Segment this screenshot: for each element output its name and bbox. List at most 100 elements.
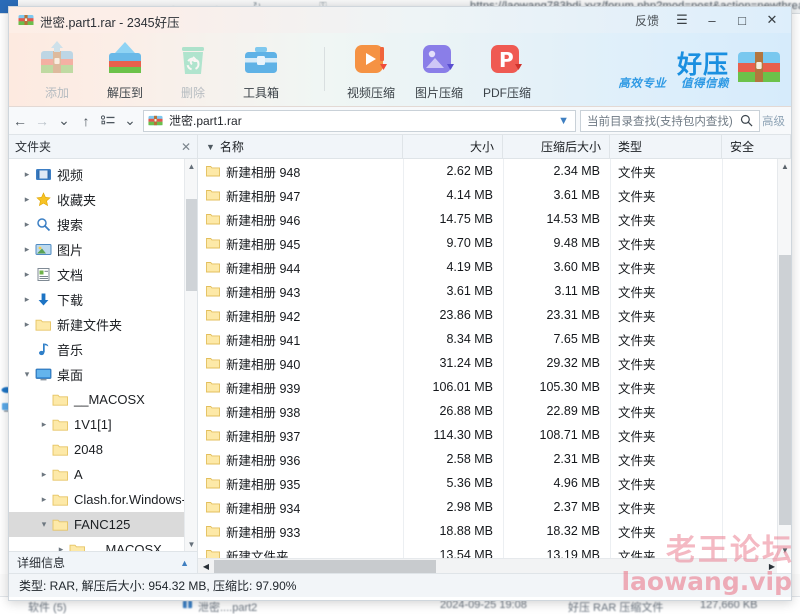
sidebar-item-[interactable]: ▸ 搜索 — [9, 212, 197, 237]
column-header-size[interactable]: 大小 — [403, 135, 503, 158]
table-row[interactable]: 新建相册 939 106.01 MB 105.30 MB 文件夹 — [198, 375, 791, 399]
cell-name: 新建相册 933 — [198, 522, 403, 541]
arrow-up-icon[interactable]: ↑ — [75, 109, 97, 133]
file-list-vertical-scrollbar[interactable]: ▲ ▼ — [777, 159, 791, 558]
table-row[interactable]: 新建相册 945 9.70 MB 9.48 MB 文件夹 — [198, 231, 791, 255]
folder-icon — [206, 525, 220, 537]
chevron-right-icon[interactable]: ▸ — [19, 244, 35, 255]
list-view-icon[interactable] — [97, 109, 119, 133]
chevron-right-icon[interactable]: ▸ — [19, 169, 35, 180]
sidebar-item-2048[interactable]: 2048 — [9, 437, 197, 462]
table-row[interactable]: 新建相册 938 26.88 MB 22.89 MB 文件夹 — [198, 399, 791, 423]
hscroll-right-icon[interactable]: ▶ — [769, 562, 775, 571]
view-chevron-down-icon[interactable]: ⌄ — [119, 109, 141, 133]
chevron-right-icon[interactable]: ▸ — [36, 469, 52, 480]
table-row[interactable]: 新建相册 936 2.58 MB 2.31 MB 文件夹 — [198, 447, 791, 471]
column-header-security[interactable]: 安全 — [722, 135, 791, 158]
sidebar-scroll-up-icon[interactable]: ▲ — [185, 159, 198, 173]
file-list-scroll-up-icon[interactable]: ▲ — [778, 159, 791, 174]
table-row[interactable]: 新建相册 941 8.34 MB 7.65 MB 文件夹 — [198, 327, 791, 351]
chevron-right-icon[interactable]: ▸ — [36, 419, 52, 430]
sidebar-close-icon[interactable]: ✕ — [181, 140, 191, 154]
table-row[interactable]: 新建相册 943 3.61 MB 3.11 MB 文件夹 — [198, 279, 791, 303]
table-row[interactable]: 新建相册 946 14.75 MB 14.53 MB 文件夹 — [198, 207, 791, 231]
sidebar-item-label: 桌面 — [57, 368, 84, 383]
sidebar-item-[interactable]: ▸ 下载 — [9, 287, 197, 312]
advanced-search-link[interactable]: 高级 — [762, 113, 785, 129]
sidebar-item-a[interactable]: ▸ A — [9, 462, 197, 487]
sidebar-item-[interactable]: ▸ 收藏夹 — [9, 187, 197, 212]
column-header-compressed-size[interactable]: 压缩后大小 — [503, 135, 610, 158]
chevron-right-icon[interactable]: ▸ — [19, 269, 35, 280]
delete-button[interactable]: 删除 — [159, 33, 227, 105]
table-row[interactable]: 新建相册 940 31.24 MB 29.32 MB 文件夹 — [198, 351, 791, 375]
folder-icon — [52, 392, 69, 408]
sidebar-item-[interactable]: 音乐 — [9, 337, 197, 362]
sidebar-item-[interactable]: ▸ 视频 — [9, 162, 197, 187]
file-list-scroll-down-icon[interactable]: ▼ — [778, 543, 791, 558]
file-list-scroll-thumb[interactable] — [779, 255, 791, 525]
table-row[interactable]: 新建相册 944 4.19 MB 3.60 MB 文件夹 — [198, 255, 791, 279]
column-header-name[interactable]: ▼ 名称 — [198, 135, 403, 158]
sidebar-item-[interactable]: ▸ 新建文件夹 — [9, 312, 197, 337]
cell-name: 新建相册 934 — [198, 498, 403, 517]
search-input[interactable]: 当前目录查找(支持包内查找) — [580, 109, 760, 132]
hscroll-thumb[interactable] — [214, 560, 436, 573]
sidebar-item-[interactable]: ▸ 文档 — [9, 262, 197, 287]
minimize-icon[interactable]: – — [697, 7, 727, 33]
table-row[interactable]: 新建相册 948 2.62 MB 2.34 MB 文件夹 — [198, 159, 791, 183]
table-row[interactable]: 新建相册 933 18.88 MB 18.32 MB 文件夹 — [198, 519, 791, 543]
chevron-right-icon[interactable]: ▸ — [36, 494, 52, 505]
table-row[interactable]: 新建相册 937 114.30 MB 108.71 MB 文件夹 — [198, 423, 791, 447]
arrow-right-icon[interactable]: → — [31, 109, 53, 133]
file-list-horizontal-scrollbar[interactable]: ◀ ▶ — [198, 558, 777, 573]
sidebar-item-1v1-1[interactable]: ▸ 1V1[1] — [9, 412, 197, 437]
table-row[interactable]: 新建相册 934 2.98 MB 2.37 MB 文件夹 — [198, 495, 791, 519]
chevron-down-icon[interactable]: ⌄ — [53, 109, 75, 133]
chevron-down-icon[interactable]: ▾ — [36, 519, 52, 530]
haozip-logo-icon — [737, 47, 781, 87]
arrow-left-icon[interactable]: ← — [9, 109, 31, 133]
sidebar-item-[interactable]: ▾ 桌面 — [9, 362, 197, 387]
video-compress-button[interactable]: 视频压缩 — [337, 33, 405, 105]
sidebar-item-clash-for-windows[interactable]: ▸ Clash.for.Windows- — [9, 487, 197, 512]
file-list-rows[interactable]: 新建相册 948 2.62 MB 2.34 MB 文件夹 新建相册 947 4.14 MB… — [198, 159, 791, 573]
chevron-right-icon[interactable]: ▸ — [19, 319, 35, 330]
toolbox-button[interactable]: 工具箱 — [227, 33, 295, 105]
sidebar-item-macosx[interactable]: ▸ __MACOSX — [9, 537, 197, 551]
table-row[interactable]: 新建相册 942 23.86 MB 23.31 MB 文件夹 — [198, 303, 791, 327]
sidebar-scroll-down-icon[interactable]: ▼ — [185, 537, 198, 551]
folder-tree[interactable]: ▸ 视频 ▸ 收藏夹 ▸ 搜索 ▸ 图片 ▸ 文档 ▸ 下载 ▸ 新建文件夹 音乐 ▾ 桌面 __MACOSX ▸ 1… — [9, 159, 197, 551]
maximize-icon[interactable]: □ — [727, 7, 757, 33]
details-chevron-up-icon[interactable]: ▲ — [180, 558, 189, 568]
search-icon[interactable] — [740, 114, 753, 132]
file-name: 新建相册 939 — [226, 381, 301, 396]
path-input[interactable]: 泄密.part1.rar ▼ — [143, 109, 576, 132]
image-compress-button[interactable]: 图片压缩 — [405, 33, 473, 105]
chevron-right-icon[interactable]: ▸ — [53, 544, 69, 551]
extract-to-button[interactable]: 解压到 — [91, 33, 159, 105]
sidebar-scroll-thumb[interactable] — [186, 199, 197, 291]
column-header-type[interactable]: 类型 — [610, 135, 722, 158]
details-panel-header[interactable]: 详细信息 ▲ — [9, 551, 197, 573]
table-row[interactable]: 新建相册 947 4.14 MB 3.61 MB 文件夹 — [198, 183, 791, 207]
sidebar-item-[interactable]: ▸ 图片 — [9, 237, 197, 262]
chevron-right-icon[interactable]: ▸ — [19, 194, 35, 205]
sidebar-vertical-scrollbar[interactable]: ▲ ▼ — [184, 159, 197, 551]
table-row[interactable]: 新建相册 935 5.36 MB 4.96 MB 文件夹 — [198, 471, 791, 495]
pdf-compress-button[interactable]: P PDF压缩 — [473, 33, 541, 105]
hamburger-icon[interactable]: ☰ — [667, 7, 697, 33]
add-button[interactable]: 添加 — [23, 33, 91, 105]
hscroll-left-icon[interactable]: ◀ — [198, 562, 214, 571]
cell-size: 14.75 MB — [439, 212, 493, 226]
path-chevron-down-icon[interactable]: ▼ — [558, 115, 569, 127]
feedback-button[interactable]: 反馈 — [627, 12, 667, 29]
close-icon[interactable]: ✕ — [757, 7, 787, 33]
folder-icon — [69, 542, 86, 551]
sidebar-item-fanc125[interactable]: ▾ FANC125 — [9, 512, 197, 537]
extract-icon — [104, 39, 146, 81]
chevron-right-icon[interactable]: ▸ — [19, 294, 35, 305]
chevron-down-icon[interactable]: ▾ — [19, 369, 35, 380]
chevron-right-icon[interactable]: ▸ — [19, 219, 35, 230]
sidebar-item-macosx[interactable]: __MACOSX — [9, 387, 197, 412]
